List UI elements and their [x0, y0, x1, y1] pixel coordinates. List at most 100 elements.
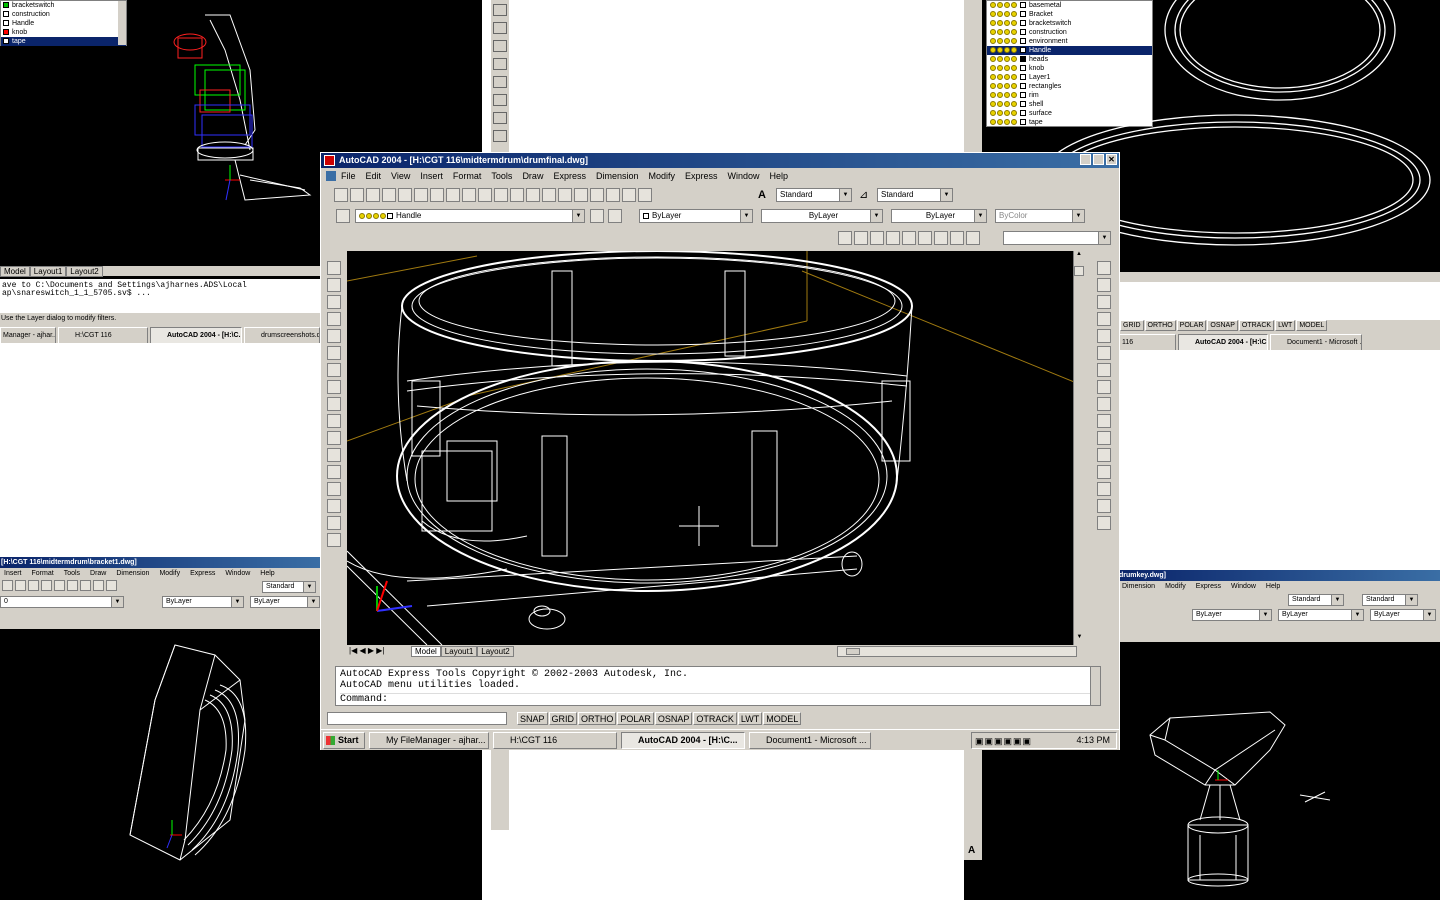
menu-format[interactable]: Format	[453, 171, 482, 181]
status-grid[interactable]: GRID	[548, 712, 578, 725]
start-button[interactable]: Start	[323, 732, 365, 749]
menu-draw[interactable]: Draw	[90, 570, 106, 577]
menu-insert[interactable]: Insert	[420, 171, 443, 181]
layer-state-icon[interactable]	[1004, 47, 1010, 54]
tab-first-icon[interactable]: |◀ ◀ ▶ ▶|	[349, 646, 384, 655]
hscroll-thumb[interactable]	[846, 648, 860, 655]
layer-row[interactable]: Handle	[1, 19, 126, 28]
task-filemanager[interactable]: My FileManager - ajhar...	[369, 732, 489, 749]
layer-state-icon[interactable]	[1011, 65, 1017, 72]
layer-state-icon[interactable]	[990, 110, 996, 117]
menu-dimension[interactable]: Dimension	[596, 171, 639, 181]
material-icon[interactable]	[934, 231, 948, 245]
print-icon[interactable]	[382, 188, 396, 202]
undo-icon[interactable]	[494, 188, 508, 202]
layer-state-icon[interactable]	[1004, 92, 1010, 99]
layer-state-icon[interactable]	[990, 56, 996, 63]
layer-state-icon[interactable]	[1011, 92, 1017, 99]
layer-state-icon[interactable]	[1011, 11, 1017, 18]
layer-state-icon[interactable]	[997, 2, 1003, 9]
doc-icon[interactable]	[326, 171, 336, 181]
pan-icon[interactable]	[526, 188, 540, 202]
save-icon[interactable]	[366, 188, 380, 202]
polyline-icon[interactable]	[327, 295, 341, 309]
background-icon[interactable]	[950, 231, 964, 245]
tab-model[interactable]: Model	[0, 266, 30, 277]
layer-state-icon[interactable]	[1004, 65, 1010, 72]
break-icon[interactable]	[1097, 448, 1111, 462]
matchprop-icon[interactable]	[478, 188, 492, 202]
layer-state-icon[interactable]	[1004, 74, 1010, 81]
layer-state-icon[interactable]	[1011, 2, 1017, 9]
layer-state-icon[interactable]	[990, 101, 996, 108]
array-icon[interactable]	[1097, 329, 1111, 343]
extend-icon[interactable]	[1097, 431, 1111, 445]
spline-icon[interactable]	[327, 397, 341, 411]
menu-file[interactable]: File	[341, 171, 356, 181]
make-current-icon[interactable]	[590, 209, 604, 223]
tab-model[interactable]: Model	[411, 646, 441, 657]
layer-state-icon[interactable]	[997, 56, 1003, 63]
status-lwt[interactable]: LWT	[737, 712, 763, 725]
status-model[interactable]: MODEL	[763, 712, 802, 725]
layer-state-icon[interactable]	[997, 11, 1003, 18]
bg-right-task-1[interactable]: AutoCAD 2004 - [H:\C...	[1178, 334, 1268, 351]
layer-state-icon[interactable]	[990, 83, 996, 90]
arc-icon[interactable]	[327, 346, 341, 360]
menu-view[interactable]: View	[391, 171, 410, 181]
layer-state-icon[interactable]	[997, 29, 1003, 36]
tab-layout1[interactable]: Layout1	[29, 266, 67, 277]
menu-window[interactable]: Window	[1231, 583, 1256, 590]
dim-style-combo[interactable]: Standard	[877, 188, 953, 202]
status-ortho[interactable]: ORTHO	[1144, 320, 1176, 331]
layer-state-icon[interactable]	[997, 65, 1003, 72]
erase-icon[interactable]	[1097, 261, 1111, 275]
bg-left-linetype-combo[interactable]: ByLayer	[250, 596, 320, 608]
command-prompt[interactable]: Command:	[340, 693, 1096, 705]
orbit-icon[interactable]	[838, 231, 852, 245]
bg-left-task-0[interactable]: Manager - ajhar...	[0, 327, 56, 344]
layer-state-icon[interactable]	[1004, 2, 1010, 9]
paste-icon[interactable]	[462, 188, 476, 202]
bg-left-task-2[interactable]: AutoCAD 2004 - [H:\C...	[150, 327, 242, 344]
menu-window[interactable]: Window	[728, 171, 760, 181]
layer-state-icon[interactable]	[1011, 74, 1017, 81]
menu-insert[interactable]: Insert	[4, 570, 22, 577]
canvas-hscroll[interactable]	[837, 646, 1077, 657]
cut-icon[interactable]	[430, 188, 444, 202]
layer-state-icon[interactable]	[990, 38, 996, 45]
menu-help[interactable]: Help	[260, 570, 274, 577]
bg-left-task-1[interactable]: H:\CGT 116	[58, 327, 148, 344]
fog-icon[interactable]	[966, 231, 980, 245]
layer-row[interactable]: construction	[1, 10, 126, 19]
copy-icon[interactable]	[446, 188, 460, 202]
redo-icon[interactable]	[510, 188, 524, 202]
status-polar[interactable]: POLAR	[617, 712, 654, 725]
rotate-icon[interactable]	[1097, 363, 1111, 377]
tray-icons[interactable]: ▣▣▣▣▣▣	[975, 736, 1032, 747]
tab-layout2[interactable]: Layout2	[477, 646, 514, 657]
layer-state-icon[interactable]	[990, 74, 996, 81]
menu-window[interactable]: Window	[225, 570, 250, 577]
circle-icon[interactable]	[327, 363, 341, 377]
menu-modify[interactable]: Modify	[649, 171, 676, 181]
point-icon[interactable]	[327, 482, 341, 496]
layer-list-topleft[interactable]: bracketswitch construction Handle knob tape	[0, 0, 127, 46]
layer-state-icon[interactable]	[1011, 110, 1017, 117]
status-otrack[interactable]: OTRACK	[693, 712, 737, 725]
properties-icon[interactable]	[590, 188, 604, 202]
lineweight-combo[interactable]: ByLayer	[891, 209, 987, 223]
zoom-previous-icon[interactable]	[574, 188, 588, 202]
layer-state-icon[interactable]	[997, 74, 1003, 81]
layer-state-icon[interactable]	[1011, 38, 1017, 45]
maximize-button[interactable]	[1093, 154, 1104, 165]
layer-state-icon[interactable]	[990, 29, 996, 36]
layer-state-icon[interactable]	[997, 110, 1003, 117]
layer-state-icon[interactable]	[997, 119, 1003, 126]
drawing-canvas[interactable]: ▲ ▼	[347, 251, 1084, 645]
layer-state-icon[interactable]	[990, 11, 996, 18]
tab-layout1[interactable]: Layout1	[440, 646, 478, 657]
menu-modify[interactable]: Modify	[159, 570, 180, 577]
bg-right-style1-combo[interactable]: Standard	[1288, 594, 1344, 606]
designcenter-icon[interactable]	[606, 188, 620, 202]
